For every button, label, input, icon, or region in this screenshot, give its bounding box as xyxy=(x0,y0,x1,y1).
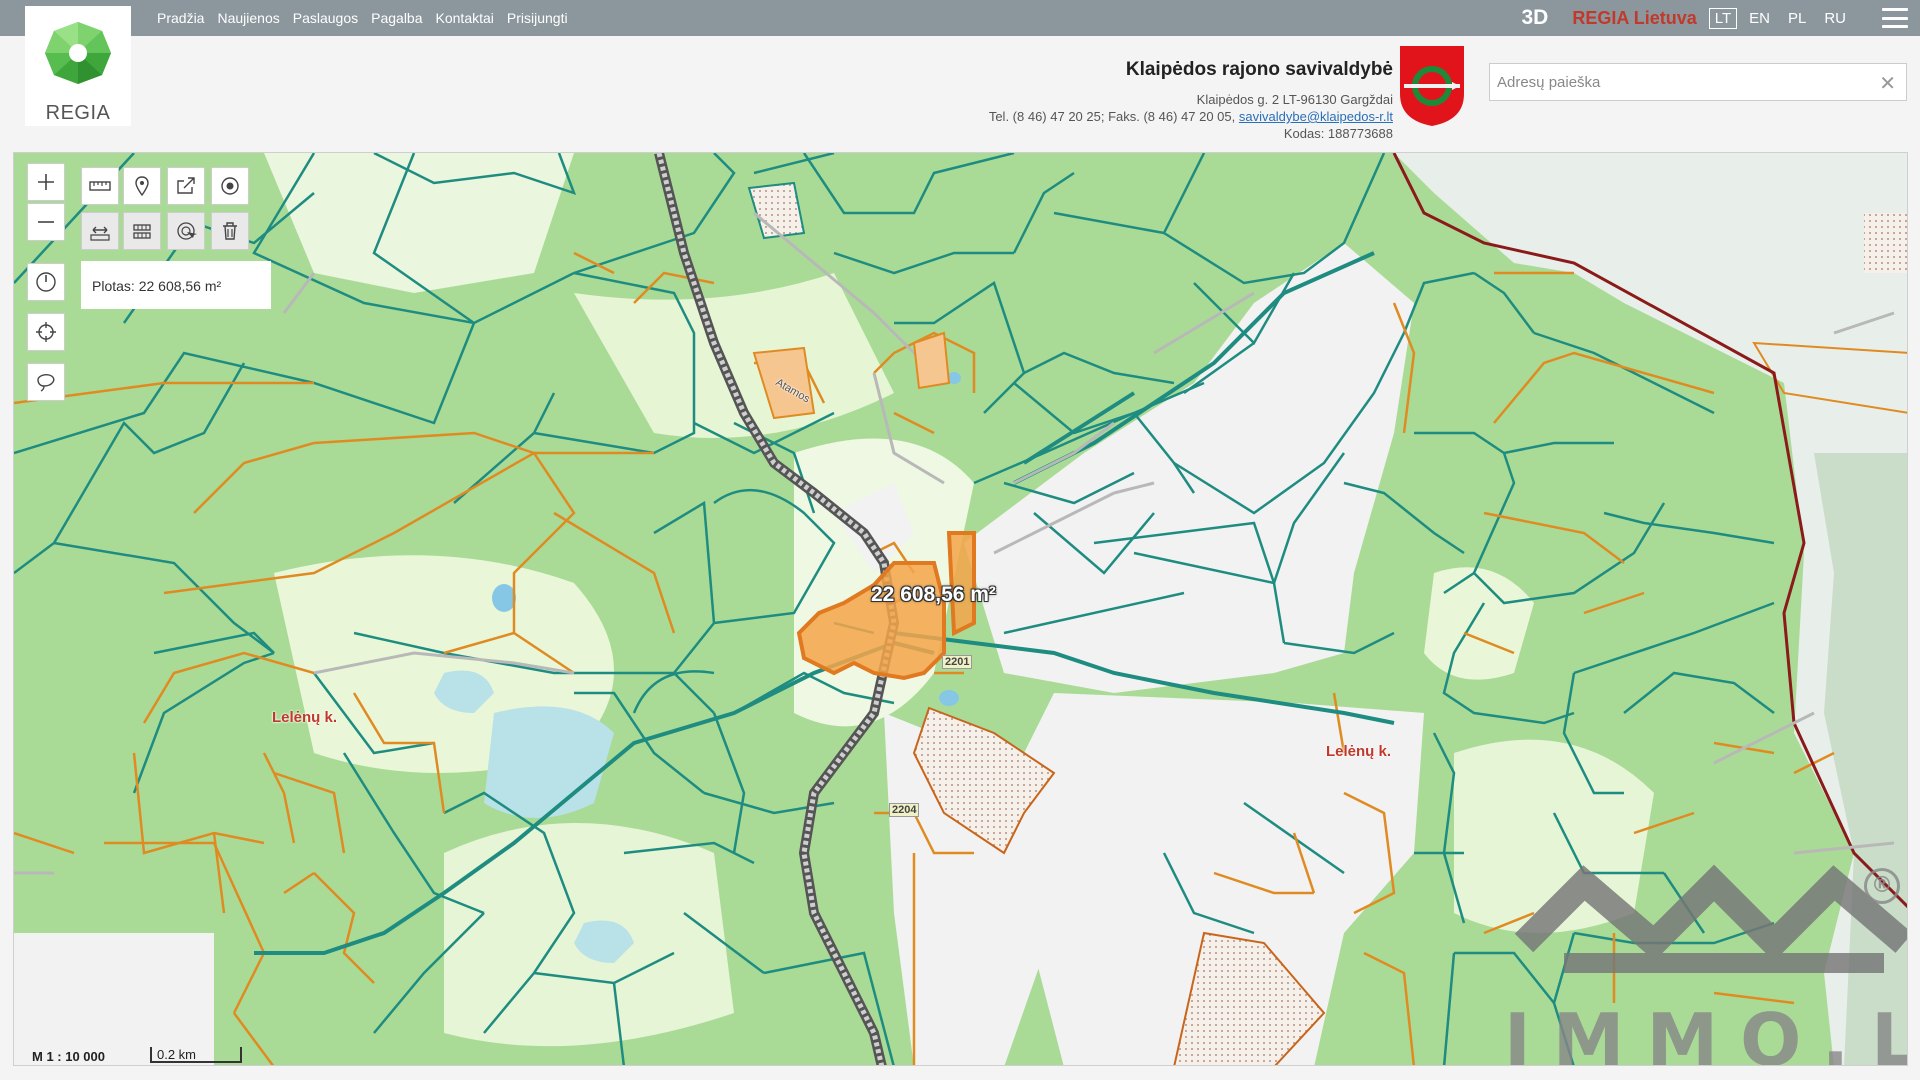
lasso-button[interactable] xyxy=(27,363,65,401)
regia-logo[interactable]: REGIA xyxy=(25,6,131,126)
measure-area-icon xyxy=(133,224,151,239)
top-navigation-bar: Pradžia Naujienos Paslaugos Pagalba Kont… xyxy=(0,0,1920,36)
municipality-code: Kodas: 188773688 xyxy=(1283,126,1393,141)
lang-en[interactable]: EN xyxy=(1749,10,1770,27)
measure-distance-button[interactable] xyxy=(81,212,119,250)
top-right-controls: 3D REGIA Lietuva LT EN PL RU xyxy=(1522,0,1920,36)
locate-button[interactable] xyxy=(211,167,249,205)
clear-search-icon[interactable]: ✕ xyxy=(1879,71,1896,95)
nav-link-login[interactable]: Prisijungti xyxy=(507,10,568,26)
place-label-right: Lelėnų k. xyxy=(1326,743,1392,760)
share-button[interactable] xyxy=(167,167,205,205)
lang-pl[interactable]: PL xyxy=(1788,10,1806,27)
lang-lt[interactable]: LT xyxy=(1708,7,1738,29)
municipality-info: Klaipėdos rajono savivaldybė Klaipėdos g… xyxy=(989,59,1393,142)
nav-link-services[interactable]: Paslaugos xyxy=(293,10,358,26)
measure-area-button[interactable] xyxy=(123,212,161,250)
registered-mark: ® xyxy=(1864,868,1900,904)
trash-icon xyxy=(223,222,237,240)
regia-lietuva-link[interactable]: REGIA Lietuva xyxy=(1572,8,1696,29)
ruler-button[interactable] xyxy=(81,167,119,205)
marker-icon xyxy=(135,176,149,197)
logo-text: REGIA xyxy=(45,102,111,124)
municipality-email-link[interactable]: savivaldybe@klaipedos-r.lt xyxy=(1239,109,1393,124)
map-scale-ratio: M 1 : 10 000 xyxy=(32,1049,105,1064)
zoom-out-button[interactable] xyxy=(27,203,65,241)
map-canvas[interactable]: 22 608,56 m² Lelėnų k. Lelėnų k. 2201 22… xyxy=(13,152,1908,1066)
history-button[interactable] xyxy=(27,263,65,301)
lasso-icon xyxy=(37,374,55,392)
address-search: ✕ xyxy=(1489,63,1907,101)
regia-logo-icon xyxy=(45,22,111,84)
municipality-contacts: Tel. (8 46) 47 20 25; Faks. (8 46) 47 20… xyxy=(989,108,1393,125)
plus-icon xyxy=(38,174,54,190)
clock-icon xyxy=(36,272,56,292)
measured-area-label: 22 608,56 m² xyxy=(871,583,996,606)
measured-area-readout: Plotas: 22 608,56 m² xyxy=(81,261,271,309)
main-nav: Pradžia Naujienos Paslaugos Pagalba Kont… xyxy=(157,10,568,26)
nav-link-news[interactable]: Naujienos xyxy=(217,10,279,26)
immo-watermark-text: IMMO.LT xyxy=(1504,998,1907,1066)
delete-button[interactable] xyxy=(211,212,249,250)
crosshair-icon xyxy=(36,322,56,342)
road-number-2204: 2204 xyxy=(889,803,920,817)
crosshair-button[interactable] xyxy=(27,313,65,351)
lang-ru[interactable]: RU xyxy=(1824,10,1846,27)
ruler-icon xyxy=(89,181,111,191)
address-search-input[interactable] xyxy=(1490,64,1860,100)
road-number-2201: 2201 xyxy=(942,655,973,669)
3d-button[interactable]: 3D xyxy=(1522,6,1549,30)
map-scale-bar: 0.2 km xyxy=(150,1047,242,1063)
nav-link-help[interactable]: Pagalba xyxy=(371,10,422,26)
pointer-scan-icon xyxy=(177,222,197,240)
coat-of-arms-icon xyxy=(1400,46,1464,126)
locate-target-icon xyxy=(221,177,239,195)
menu-hamburger-icon[interactable] xyxy=(1882,8,1908,28)
municipality-address: Klaipėdos g. 2 LT-96130 Gargždai xyxy=(1196,92,1393,107)
measure-distance-icon xyxy=(90,226,110,241)
municipality-phones: Tel. (8 46) 47 20 25; Faks. (8 46) 47 20… xyxy=(988,109,1236,124)
marker-button[interactable] xyxy=(123,167,161,205)
nav-link-home[interactable]: Pradžia xyxy=(157,10,204,26)
nav-link-contacts[interactable]: Kontaktai xyxy=(436,10,494,26)
place-label-left: Lelėnų k. xyxy=(272,709,338,726)
municipality-title: Klaipėdos rajono savivaldybė xyxy=(1125,59,1393,80)
zoom-in-button[interactable] xyxy=(27,163,65,201)
share-icon xyxy=(177,177,195,194)
minus-icon xyxy=(38,221,54,223)
pointer-scan-button[interactable] xyxy=(167,212,205,250)
